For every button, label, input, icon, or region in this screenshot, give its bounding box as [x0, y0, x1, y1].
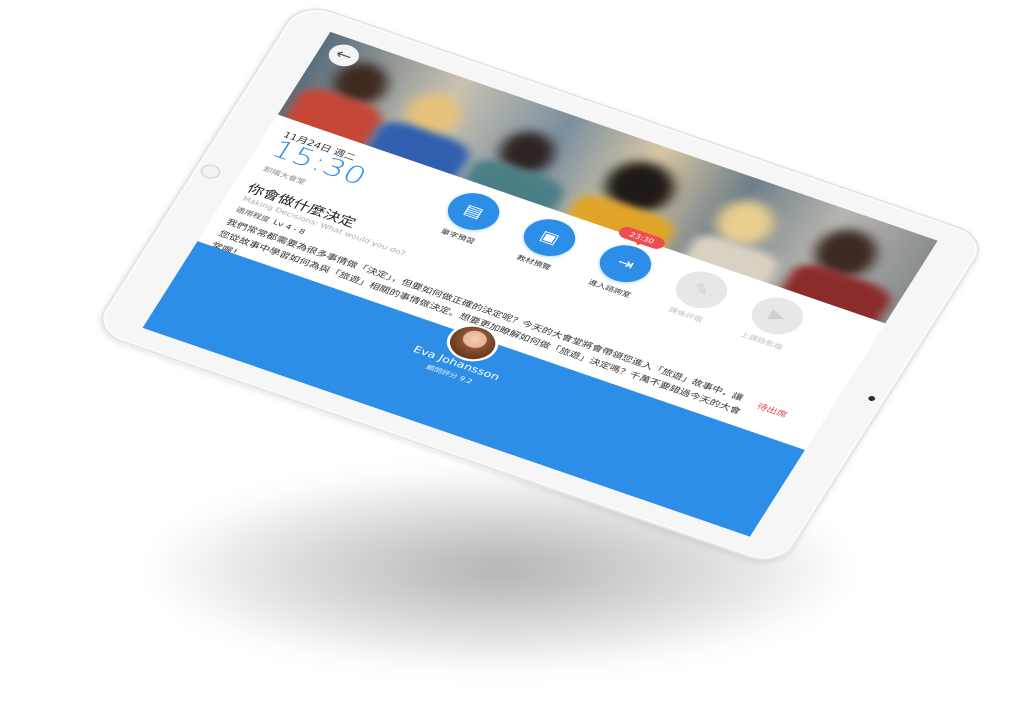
tablet-frame: ← 11月24日 週二 15:30 卸陽大會堂 你會做什麼決定 Making D…	[89, 0, 991, 569]
mockup-stage: ← 11月24日 週二 15:30 卸陽大會堂 你會做什麼決定 Making D…	[0, 0, 1020, 714]
attendance-status: 待出席	[754, 401, 789, 420]
camera-lens	[867, 395, 877, 402]
home-button[interactable]	[197, 162, 224, 181]
arrow-left-icon: ←	[331, 45, 357, 66]
recording-button[interactable]: ▶ 上課錄影檔	[725, 288, 823, 357]
hero-blur-shape	[361, 116, 476, 186]
app-screen: ← 11月24日 週二 15:30 卸陽大會堂 你會做什麼決定 Making D…	[142, 31, 938, 537]
tablet-device: ← 11月24日 週二 15:30 卸陽大會堂 你會做什麼決定 Making D…	[89, 0, 991, 569]
